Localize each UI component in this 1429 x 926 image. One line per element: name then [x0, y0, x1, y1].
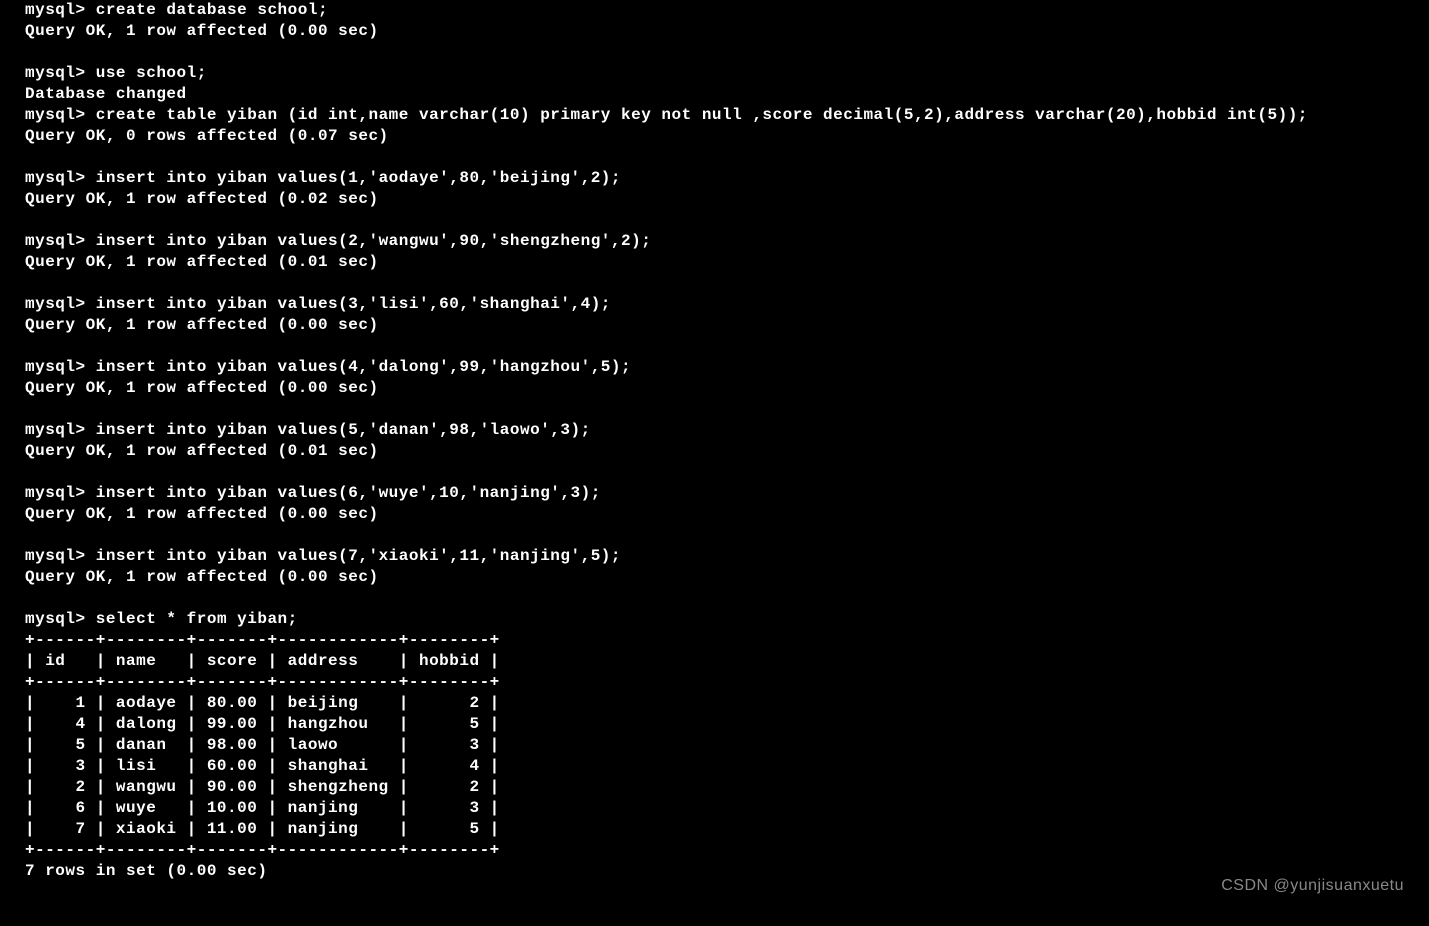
prompt: mysql> — [25, 547, 86, 565]
blank-line — [25, 336, 1404, 357]
command-text: create database school; — [96, 1, 328, 19]
result-line: Query OK, 1 row affected (0.00 sec) — [25, 504, 1404, 525]
prompt: mysql> — [25, 358, 86, 376]
command-text: create table yiban (id int,name varchar(… — [96, 106, 1308, 124]
prompt: mysql> — [25, 1, 86, 19]
command-text: insert into yiban values(3,'lisi',60,'sh… — [96, 295, 611, 313]
command-text: insert into yiban values(6,'wuye',10,'na… — [96, 484, 601, 502]
command-line: mysql> insert into yiban values(7,'xiaok… — [25, 546, 1404, 567]
table-row: | 5 | danan | 98.00 | laowo | 3 | — [25, 735, 1404, 756]
blank-line — [25, 210, 1404, 231]
result-line: Query OK, 1 row affected (0.00 sec) — [25, 315, 1404, 336]
command-line: mysql> use school; — [25, 63, 1404, 84]
prompt: mysql> — [25, 421, 86, 439]
command-line: mysql> create table yiban (id int,name v… — [25, 105, 1404, 126]
command-line: mysql> insert into yiban values(1,'aoday… — [25, 168, 1404, 189]
command-line: mysql> insert into yiban values(3,'lisi'… — [25, 294, 1404, 315]
table-footer: 7 rows in set (0.00 sec) — [25, 861, 1404, 882]
command-line: mysql> insert into yiban values(6,'wuye'… — [25, 483, 1404, 504]
result-line: Query OK, 1 row affected (0.00 sec) — [25, 567, 1404, 588]
prompt: mysql> — [25, 169, 86, 187]
blank-line — [25, 273, 1404, 294]
result-line: Database changed — [25, 84, 1404, 105]
command-text: use school; — [96, 64, 207, 82]
terminal-output: mysql> create database school; Query OK,… — [25, 0, 1404, 882]
prompt: mysql> — [25, 295, 86, 313]
command-text: insert into yiban values(4,'dalong',99,'… — [96, 358, 631, 376]
prompt: mysql> — [25, 232, 86, 250]
result-line: Query OK, 0 rows affected (0.07 sec) — [25, 126, 1404, 147]
table-row: | 3 | lisi | 60.00 | shanghai | 4 | — [25, 756, 1404, 777]
table-separator: +------+--------+-------+------------+--… — [25, 672, 1404, 693]
result-line: Query OK, 1 row affected (0.01 sec) — [25, 252, 1404, 273]
blank-line — [25, 462, 1404, 483]
command-text: insert into yiban values(7,'xiaoki',11,'… — [96, 547, 621, 565]
table-row: | 4 | dalong | 99.00 | hangzhou | 5 | — [25, 714, 1404, 735]
command-text: insert into yiban values(1,'aodaye',80,'… — [96, 169, 621, 187]
table-row: | 1 | aodaye | 80.00 | beijing | 2 | — [25, 693, 1404, 714]
result-line: Query OK, 1 row affected (0.01 sec) — [25, 441, 1404, 462]
command-line: mysql> insert into yiban values(2,'wangw… — [25, 231, 1404, 252]
table-header: | id | name | score | address | hobbid | — [25, 651, 1404, 672]
result-line: Query OK, 1 row affected (0.00 sec) — [25, 21, 1404, 42]
prompt: mysql> — [25, 484, 86, 502]
prompt: mysql> — [25, 610, 86, 628]
table-row: | 7 | xiaoki | 11.00 | nanjing | 5 | — [25, 819, 1404, 840]
table-row: | 6 | wuye | 10.00 | nanjing | 3 | — [25, 798, 1404, 819]
command-line: mysql> insert into yiban values(4,'dalon… — [25, 357, 1404, 378]
command-line: mysql> insert into yiban values(5,'danan… — [25, 420, 1404, 441]
blank-line — [25, 588, 1404, 609]
command-text: insert into yiban values(2,'wangwu',90,'… — [96, 232, 652, 250]
blank-line — [25, 525, 1404, 546]
command-text: insert into yiban values(5,'danan',98,'l… — [96, 421, 591, 439]
command-line: mysql> create database school; — [25, 0, 1404, 21]
table-separator: +------+--------+-------+------------+--… — [25, 630, 1404, 651]
command-line: mysql> select * from yiban; — [25, 609, 1404, 630]
watermark: CSDN @yunjisuanxuetu — [1221, 875, 1404, 896]
table-separator: +------+--------+-------+------------+--… — [25, 840, 1404, 861]
table-row: | 2 | wangwu | 90.00 | shengzheng | 2 | — [25, 777, 1404, 798]
result-line: Query OK, 1 row affected (0.00 sec) — [25, 378, 1404, 399]
prompt: mysql> — [25, 106, 86, 124]
command-text: select * from yiban; — [96, 610, 298, 628]
blank-line — [25, 399, 1404, 420]
result-line: Query OK, 1 row affected (0.02 sec) — [25, 189, 1404, 210]
blank-line — [25, 147, 1404, 168]
prompt: mysql> — [25, 64, 86, 82]
blank-line — [25, 42, 1404, 63]
